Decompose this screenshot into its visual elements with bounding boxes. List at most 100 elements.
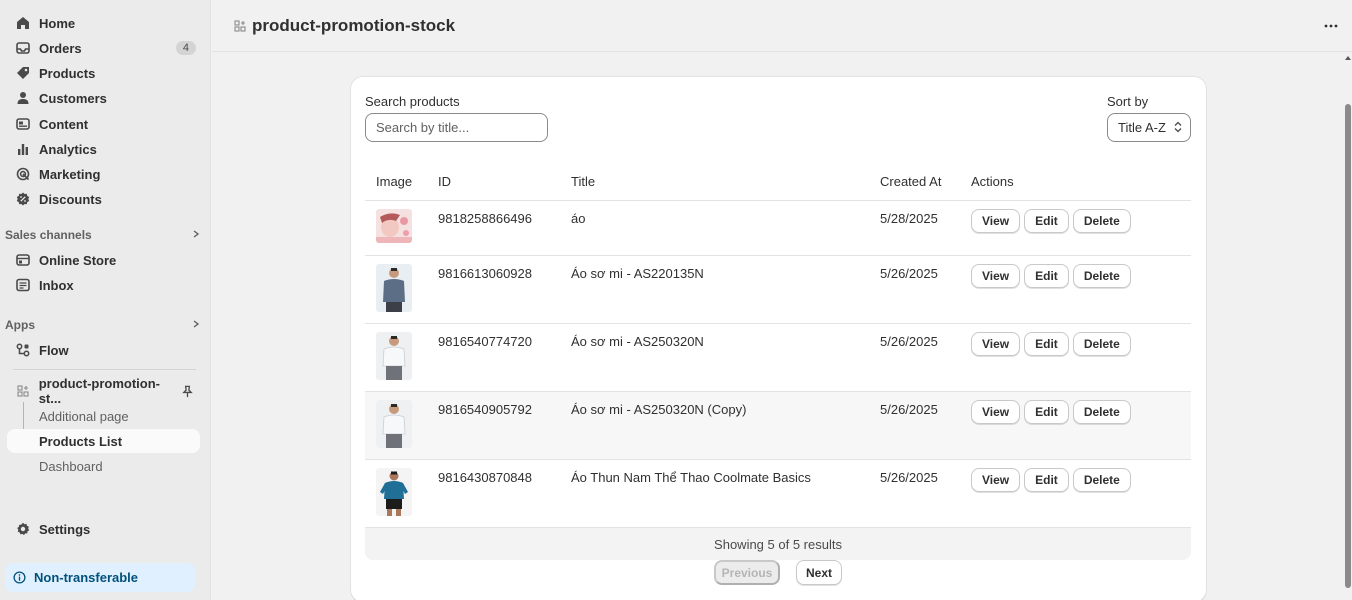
- sidebar-subitem-dashboard[interactable]: Dashboard: [7, 454, 200, 478]
- sidebar-subitem-label: Products List: [39, 433, 123, 449]
- sidebar-item-products[interactable]: Products: [7, 61, 200, 85]
- divider: [13, 369, 196, 370]
- ellipsis-icon[interactable]: [1324, 18, 1338, 37]
- sidebar-subitem-products-list[interactable]: Products List: [7, 429, 200, 453]
- delete-button[interactable]: Delete: [1072, 208, 1131, 233]
- sidebar-item-orders[interactable]: Orders 4: [7, 36, 200, 60]
- column-header-id: ID: [427, 164, 560, 201]
- edit-button[interactable]: Edit: [1024, 399, 1069, 424]
- sidebar-item-label: Discounts: [39, 191, 102, 207]
- edit-button[interactable]: Edit: [1024, 208, 1069, 233]
- table-row: 9816613060928 Áo sơ mi - AS220135N 5/26/…: [365, 255, 1191, 324]
- view-button[interactable]: View: [971, 467, 1021, 492]
- chevron-right-icon: [191, 228, 201, 242]
- id-cell: 9816613060928: [427, 255, 560, 324]
- sidebar-item-settings[interactable]: Settings: [7, 517, 200, 541]
- sidebar-item-customers[interactable]: Customers: [7, 86, 200, 110]
- sidebar-app-label: product-promotion-st...: [38, 376, 160, 406]
- sidebar-item-content[interactable]: Content: [7, 112, 200, 136]
- sidebar-subitem-additional-page[interactable]: Additional page: [7, 404, 200, 428]
- table-row: 9816430870848 Áo Thun Nam Thể Thao Coolm…: [365, 459, 1191, 528]
- edit-button[interactable]: Edit: [1024, 263, 1069, 288]
- delete-button[interactable]: Delete: [1072, 263, 1131, 288]
- sidebar-item-inbox[interactable]: Inbox: [7, 273, 200, 297]
- sidebar-item-analytics[interactable]: Analytics: [7, 137, 200, 161]
- next-page-button[interactable]: Next: [796, 560, 842, 585]
- sidebar-item-online-store[interactable]: Online Store: [7, 248, 200, 272]
- view-button[interactable]: View: [971, 331, 1021, 356]
- app-header: product-promotion-stock: [212, 0, 1352, 52]
- actions-cell: View Edit Delete: [960, 391, 1191, 460]
- tag-icon: [7, 66, 39, 80]
- actions-cell: View Edit Delete: [960, 200, 1191, 256]
- product-thumbnail: [376, 399, 412, 448]
- page-title: product-promotion-stock: [252, 15, 456, 35]
- bar-chart-icon: [7, 142, 39, 156]
- id-cell: 9816540774720: [427, 323, 560, 392]
- table-row: 9816540905792 Áo sơ mi - AS250320N (Copy…: [365, 391, 1191, 460]
- sidebar-item-marketing[interactable]: Marketing: [7, 162, 200, 186]
- scroll-up-arrow[interactable]: [1345, 56, 1351, 60]
- table-header-row: Image ID Title Created At Actions: [365, 164, 1191, 201]
- edit-button[interactable]: Edit: [1024, 467, 1069, 492]
- table-row: 9816540774720 Áo sơ mi - AS250320N 5/26/…: [365, 323, 1191, 392]
- inbox-tray-icon: [7, 41, 39, 55]
- actions-cell: View Edit Delete: [960, 459, 1191, 528]
- sidebar-item-home[interactable]: Home: [7, 11, 200, 35]
- sort-select[interactable]: Title A-Z: [1107, 113, 1191, 142]
- title-cell: Áo Thun Nam Thể Thao Coolmate Basics: [560, 459, 869, 528]
- title-cell: Áo sơ mi - AS220135N: [560, 255, 869, 324]
- view-button[interactable]: View: [971, 399, 1021, 424]
- column-header-created-at: Created At: [869, 164, 960, 201]
- sort-label: Sort by: [1107, 94, 1149, 109]
- products-table: Image ID Title Created At Actions 981825…: [365, 164, 1191, 528]
- id-cell: 9816430870848: [427, 459, 560, 528]
- sidebar-item-label: Orders: [39, 40, 82, 56]
- search-input[interactable]: [365, 113, 548, 142]
- sidebar-item-label: Content: [39, 116, 89, 132]
- sidebar-item-flow[interactable]: Flow: [7, 338, 200, 362]
- title-cell: Áo sơ mi - AS250320N (Copy): [560, 391, 869, 460]
- gear-icon: [7, 522, 39, 536]
- sidebar-item-label: Analytics: [39, 141, 97, 157]
- sidebar-item-label: Settings: [39, 521, 91, 537]
- view-button[interactable]: View: [971, 263, 1021, 288]
- delete-button[interactable]: Delete: [1072, 399, 1131, 424]
- inbox-icon: [7, 278, 39, 292]
- search-label: Search products: [365, 94, 460, 109]
- sidebar-app-product-promotion-stock[interactable]: product-promotion-st...: [7, 376, 200, 406]
- image-cell: [365, 391, 427, 460]
- view-button[interactable]: View: [971, 208, 1021, 233]
- product-thumbnail: [376, 331, 412, 380]
- sales-channels-header[interactable]: Sales channels: [5, 225, 201, 245]
- delete-button[interactable]: Delete: [1072, 467, 1131, 492]
- image-cell: [365, 459, 427, 528]
- actions-cell: View Edit Delete: [960, 255, 1191, 324]
- created-at-cell: 5/26/2025: [869, 323, 960, 392]
- sidebar-item-discounts[interactable]: Discounts: [7, 187, 200, 211]
- sidebar-item-label: Marketing: [39, 166, 101, 182]
- actions-cell: View Edit Delete: [960, 323, 1191, 392]
- content-icon: [7, 117, 39, 131]
- edit-button[interactable]: Edit: [1024, 331, 1069, 356]
- orders-count-badge: 4: [175, 41, 196, 55]
- delete-button[interactable]: Delete: [1072, 331, 1131, 356]
- results-summary-text: Showing 5 of 5 results: [714, 536, 842, 552]
- sidebar-subitem-label: Additional page: [39, 408, 129, 424]
- products-card: Search products Sort by Title A-Z Image …: [351, 77, 1206, 600]
- previous-page-button[interactable]: Previous: [714, 560, 780, 585]
- info-icon: [13, 571, 26, 584]
- app-grid-icon: [7, 385, 39, 397]
- pin-icon[interactable]: [181, 385, 194, 398]
- apps-header[interactable]: Apps: [5, 315, 201, 335]
- created-at-cell: 5/26/2025: [869, 255, 960, 324]
- storefront-icon: [7, 253, 39, 267]
- sort-value: Title A-Z: [1118, 120, 1166, 135]
- target-icon: [7, 167, 39, 181]
- created-at-cell: 5/26/2025: [869, 391, 960, 460]
- image-cell: [365, 255, 427, 324]
- non-transferable-banner[interactable]: Non-transferable: [5, 563, 195, 592]
- image-cell: [365, 323, 427, 392]
- scrollbar-thumb[interactable]: [1345, 104, 1351, 588]
- chevron-right-icon: [191, 318, 201, 332]
